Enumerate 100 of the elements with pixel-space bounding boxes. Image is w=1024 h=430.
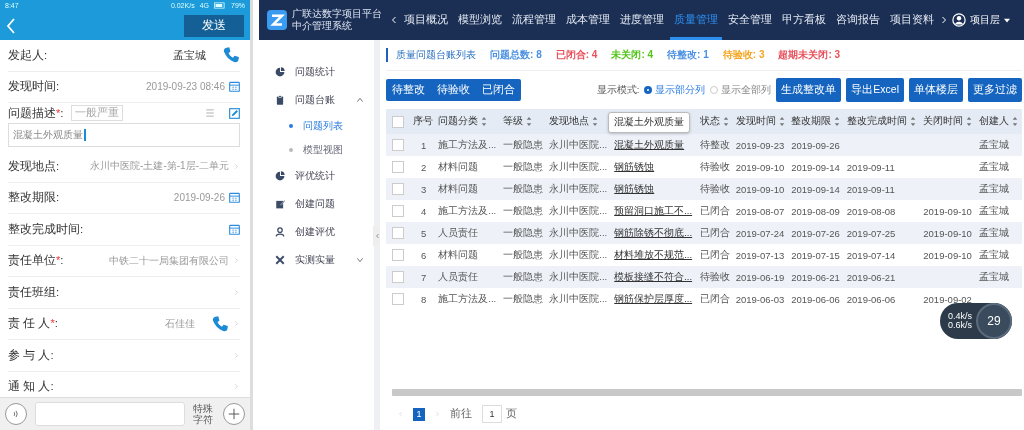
row-checkbox[interactable]	[392, 293, 404, 305]
table-cell: 施工方法及...	[436, 134, 502, 156]
issue-link[interactable]: 预留洞口施工不...	[614, 204, 693, 216]
nav-tab[interactable]: 进度管理	[616, 0, 668, 40]
row-checkbox[interactable]	[392, 249, 404, 261]
table-cell: 2019-06-03	[733, 288, 790, 310]
user-icon	[952, 13, 966, 27]
battery-icon	[214, 2, 226, 9]
chevron-left-icon	[390, 15, 398, 25]
nav-tab[interactable]: 项目概况	[400, 0, 452, 40]
sidebar-item[interactable]: 实测实量	[295, 253, 346, 267]
nav-tab[interactable]: 咨询报告	[832, 0, 884, 40]
radio-label[interactable]: 显示全部列	[721, 83, 772, 97]
row-checkbox[interactable]	[392, 183, 404, 195]
add-button[interactable]	[223, 403, 245, 425]
goto-label: 前往	[450, 407, 472, 421]
table-cell: 永川中医院...	[547, 178, 613, 200]
special-chars-button[interactable]: 特殊字符	[193, 403, 215, 425]
calendar-icon	[229, 81, 240, 93]
nav-tab[interactable]: 模型浏览	[454, 0, 506, 40]
field-label: 发现时间:	[8, 79, 60, 95]
calendar-icon	[229, 223, 240, 235]
table-cell: 施工方法及...	[436, 200, 502, 222]
nav-tab[interactable]: 甲方看板	[778, 0, 830, 40]
project-level-menu[interactable]: 项目层	[970, 13, 1000, 27]
filter-tab[interactable]: 待整改	[386, 79, 431, 101]
nav-tab[interactable]: 项目资料	[886, 0, 938, 40]
page-input[interactable]: 1	[482, 405, 502, 423]
nav-tab[interactable]: 成本管理	[562, 0, 614, 40]
edit-icon	[229, 107, 240, 119]
field-label: 发起人:	[8, 47, 48, 63]
nav-tab[interactable]: 流程管理	[508, 0, 560, 40]
clipboard-icon	[275, 95, 285, 105]
row-checkbox[interactable]	[392, 271, 404, 283]
field-label: 责任班组:	[8, 284, 60, 300]
field-value: 2019-09-23 08:46	[146, 81, 225, 93]
sidebar-item[interactable]: 创建评优	[295, 225, 364, 239]
row-checkbox[interactable]	[392, 205, 404, 217]
sort-icon	[481, 117, 488, 126]
chevron-right-icon	[233, 382, 240, 392]
table-cell: 永川中医院...	[547, 244, 613, 266]
filter-tab[interactable]: 已闭合	[476, 79, 521, 101]
pie-chart-icon	[275, 171, 285, 181]
table-cell: 待验收	[698, 156, 734, 178]
phone-icon	[222, 46, 240, 65]
table-cell: 2019-06-06	[789, 288, 845, 310]
table-cell: 2019-09-10	[921, 200, 977, 222]
page-suffix: 页	[506, 407, 517, 421]
row-checkbox[interactable]	[392, 139, 404, 151]
issue-link[interactable]: 材料堆放不规范...	[614, 248, 693, 260]
sort-icon	[834, 117, 841, 126]
list-title: 质量问题台账列表	[386, 48, 476, 62]
row-checkbox[interactable]	[392, 161, 404, 173]
send-button[interactable]: 发送	[184, 14, 244, 37]
table-cell: 1	[411, 134, 437, 156]
edit-icon	[275, 199, 285, 209]
field-value: 石佳佳	[165, 316, 195, 331]
field-label: 整改完成时间:	[8, 221, 84, 237]
sidebar-subitem[interactable]: 模型视图	[303, 143, 343, 157]
table-cell: 2019-06-19	[733, 266, 790, 288]
radio-button[interactable]	[644, 86, 653, 94]
table-cell: 2019-06-21	[844, 266, 922, 288]
action-button[interactable]: 单体楼层	[909, 78, 963, 102]
select-all-checkbox[interactable]	[392, 115, 404, 128]
message-field[interactable]	[35, 402, 185, 426]
page-button[interactable]: 1	[413, 407, 425, 421]
sidebar-item[interactable]: 创建问题	[295, 197, 364, 211]
sidebar-item[interactable]: 评优统计	[295, 169, 364, 183]
action-button[interactable]: 导出Excel	[846, 78, 904, 102]
table-cell: 孟宝城	[976, 266, 1022, 288]
sidebar-item[interactable]: 问题统计	[295, 65, 364, 79]
table-cell: 一般隐患	[501, 200, 548, 222]
action-button[interactable]: 更多过滤	[968, 78, 1022, 102]
filter-tab[interactable]: 待验收	[431, 79, 476, 101]
tooltip: 混凝土外观质量	[608, 112, 691, 133]
stat-count: 已闭合: 4	[555, 48, 598, 62]
description-field[interactable]: 混凝土外观质量	[8, 123, 240, 147]
nav-tab[interactable]: 安全管理	[724, 0, 776, 40]
field-label: 参 与 人:	[8, 347, 54, 363]
sidebar-item[interactable]: 问题台账	[295, 93, 346, 107]
sidebar-subitem[interactable]: 问题列表	[303, 119, 343, 133]
action-button[interactable]: 生成整改单	[776, 78, 842, 102]
table-cell: 一般隐患	[501, 156, 548, 178]
table-cell: 一般隐患	[501, 222, 548, 244]
row-checkbox[interactable]	[392, 227, 404, 239]
table-cell: 已闭合	[698, 288, 734, 310]
horizontal-scrollbar[interactable]	[392, 389, 1022, 396]
issue-link[interactable]: 钢筋锈蚀	[614, 160, 655, 172]
voice-button[interactable]	[5, 403, 27, 425]
table-cell: 施工方法及...	[436, 288, 502, 310]
table-cell: 一般隐患	[501, 266, 548, 288]
radio-label[interactable]: 显示部分列	[655, 83, 706, 97]
table-cell: 孟宝城	[976, 178, 1022, 200]
severity-tag: 一般严重	[71, 105, 124, 121]
issue-link[interactable]: 钢筋保护层厚度...	[614, 292, 693, 304]
back-icon[interactable]	[6, 17, 16, 34]
table-cell: 2019-08-09	[789, 200, 845, 222]
table-cell: 孟宝城	[976, 222, 1022, 244]
field-label: 责任单位*:	[8, 253, 64, 269]
stat-count: 超期未关闭: 3	[778, 48, 841, 62]
